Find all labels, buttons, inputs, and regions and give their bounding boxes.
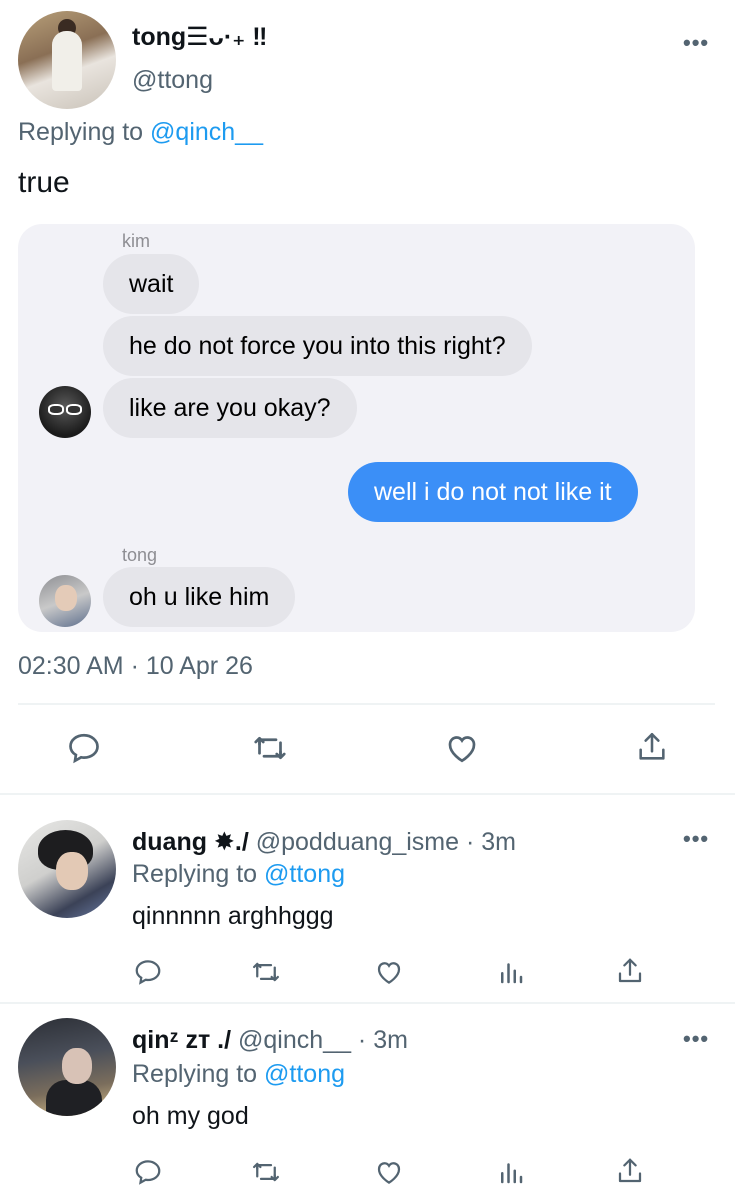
more-icon[interactable]: ••• xyxy=(683,826,709,852)
reply-display-name[interactable]: duang ✸./ xyxy=(132,828,249,856)
chat-bubble: like are you okay? xyxy=(103,378,357,438)
author-avatar[interactable] xyxy=(18,11,116,109)
reply-display-name[interactable]: qinᶻ zᴛ ./ xyxy=(132,1026,231,1054)
author-display-name[interactable]: tong☰ᴗ·₊ ‼ xyxy=(132,22,267,52)
reply-avatar[interactable] xyxy=(18,1018,116,1116)
reply-handle[interactable]: @podduang_isme xyxy=(256,828,459,856)
replying-to-link[interactable]: @ttong xyxy=(264,860,345,888)
author-handle[interactable]: @ttong xyxy=(132,66,213,95)
tweet-timestamp[interactable]: 02:30 AM · 10 Apr 26 xyxy=(18,652,253,681)
replying-to-line: Replying to @ttong xyxy=(132,1060,345,1089)
reply-icon[interactable] xyxy=(130,954,166,990)
like-icon[interactable] xyxy=(371,1154,407,1190)
glasses-right xyxy=(66,404,82,415)
replying-to-link[interactable]: @ttong xyxy=(264,1060,345,1088)
replying-to-link[interactable]: @qinch__ xyxy=(150,118,263,146)
chat-sender-name: tong xyxy=(122,545,158,565)
share-icon[interactable] xyxy=(612,952,648,990)
avatar-coat xyxy=(46,1080,102,1116)
reply-icon[interactable] xyxy=(62,728,106,768)
reply-text: qinnnnn arghhggg xyxy=(132,902,334,930)
chat-bubble: he do not force you into this right? xyxy=(103,316,532,376)
like-icon[interactable] xyxy=(371,954,407,990)
chat-bubble: wait xyxy=(103,254,200,314)
reply-header: duang ✸./ @podduang_isme · 3m xyxy=(132,827,516,857)
chat-avatar xyxy=(39,575,91,627)
divider xyxy=(0,793,735,795)
like-icon[interactable] xyxy=(440,728,484,768)
divider xyxy=(0,1002,735,1004)
share-icon[interactable] xyxy=(612,1152,648,1190)
reply-time[interactable]: · 3m xyxy=(466,828,516,856)
avatar-face xyxy=(55,585,77,611)
chat-bubble: oh u like him xyxy=(103,567,296,627)
divider xyxy=(18,703,715,705)
reply-text: oh my god xyxy=(132,1102,249,1130)
more-icon[interactable]: ••• xyxy=(683,1026,709,1052)
avatar-figure xyxy=(52,31,82,91)
reply-avatar[interactable] xyxy=(18,820,116,918)
reply-handle[interactable]: @qinch__ xyxy=(238,1026,351,1054)
retweet-icon[interactable] xyxy=(248,1154,284,1190)
more-icon[interactable]: ••• xyxy=(683,30,709,56)
tweet-text: true xyxy=(18,166,70,199)
views-icon[interactable] xyxy=(493,954,529,990)
replying-prefix: Replying to xyxy=(18,118,144,146)
reply-header: qinᶻ zᴛ ./ @qinch__ · 3m xyxy=(132,1026,408,1055)
avatar-face xyxy=(56,852,88,890)
replying-to-line: Replying to @qinch__ xyxy=(18,118,263,147)
retweet-icon[interactable] xyxy=(248,954,284,990)
chat-bubble-outgoing: well i do not not like it xyxy=(348,462,638,522)
replying-prefix: Replying to xyxy=(132,860,258,888)
reply-time[interactable]: · 3m xyxy=(358,1026,408,1054)
glasses-left xyxy=(48,404,64,415)
avatar-face xyxy=(62,1048,92,1084)
share-icon[interactable] xyxy=(630,726,674,768)
chat-avatar xyxy=(39,386,91,438)
chat-sender-name: kim xyxy=(122,231,150,251)
replying-to-line: Replying to @ttong xyxy=(132,860,345,889)
replying-prefix: Replying to xyxy=(132,1060,258,1088)
retweet-icon[interactable] xyxy=(248,728,292,768)
reply-icon[interactable] xyxy=(130,1154,166,1190)
views-icon[interactable] xyxy=(493,1154,529,1190)
